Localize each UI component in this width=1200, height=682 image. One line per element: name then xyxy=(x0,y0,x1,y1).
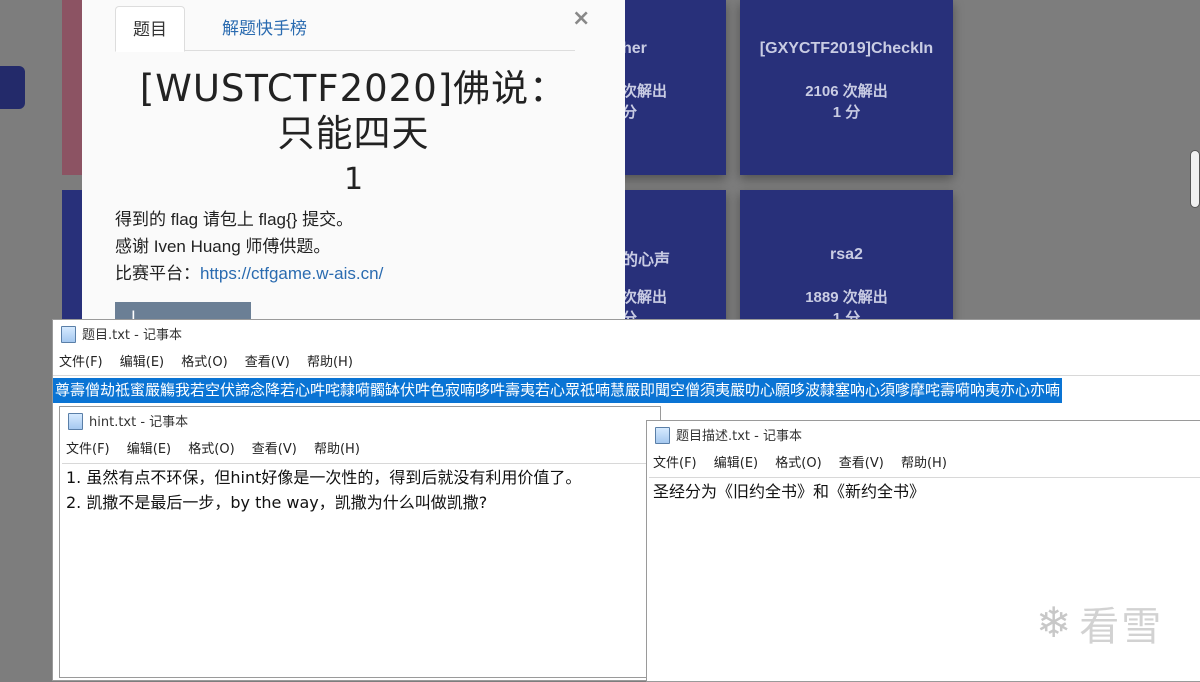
menu-format[interactable]: 格式(O) xyxy=(775,456,821,471)
challenge-description: 得到的 flag 请包上 flag{} 提交。 感谢 Iven Huang 师傅… xyxy=(115,206,383,287)
description-line: 比赛平台：https://ctfgame.w-ais.cn/ xyxy=(115,260,383,287)
notepad-window-hint[interactable]: hint.txt - 记事本 文件(F) 编辑(E) 格式(O) 查看(V) 帮… xyxy=(59,406,661,678)
menu-bar: 文件(F) 编辑(E) 格式(O) 查看(V) 帮助(H) xyxy=(53,352,1200,374)
notepad-icon xyxy=(655,427,670,444)
menu-view[interactable]: 查看(V) xyxy=(839,456,884,471)
notepad-icon xyxy=(61,326,76,343)
selected-text[interactable]: 尊壽僧劫祗蜜嚴觴我若空伏諦念降若心吽咤隸嗬髑缽伏吽色寂喃哆吽壽夷若心眾祗喃慧嚴即… xyxy=(53,378,1063,403)
page-scrollbar[interactable] xyxy=(1190,150,1200,208)
menu-edit[interactable]: 编辑(E) xyxy=(714,456,758,471)
window-title: hint.txt - 记事本 xyxy=(89,415,189,430)
snowflake-icon: ❄ xyxy=(1036,598,1072,647)
window-titlebar[interactable]: 题目描述.txt - 记事本 xyxy=(647,421,1200,453)
card-title: rsa2 xyxy=(830,246,863,263)
sidebar-tab[interactable] xyxy=(0,66,25,109)
window-title: 题目描述.txt - 记事本 xyxy=(676,429,802,444)
card-title: 的心声 xyxy=(622,252,671,269)
menu-file[interactable]: 文件(F) xyxy=(59,355,103,370)
modal-tabs: 题目 解题快手榜 xyxy=(115,6,575,52)
window-title: 题目.txt - 记事本 xyxy=(82,328,182,343)
menu-bar: 文件(F) 编辑(E) 格式(O) 查看(V) 帮助(H) xyxy=(60,439,660,461)
card-solves: 2106 次解出 xyxy=(805,83,888,100)
challenge-card-edge[interactable] xyxy=(62,0,82,175)
menu-view[interactable]: 查看(V) xyxy=(245,355,290,370)
menu-help[interactable]: 帮助(H) xyxy=(307,355,353,370)
challenge-title: [WUSTCTF2020]佛说：只能四天 xyxy=(139,67,568,155)
description-text: 圣经分为《旧约全书》和《新约全书》 xyxy=(653,482,926,501)
window-titlebar[interactable]: hint.txt - 记事本 xyxy=(60,407,660,439)
text-area[interactable]: 1. 虽然有点不环保，但hint好像是一次性的，得到后就没有利用价值了。 2. … xyxy=(62,463,660,677)
hint-line: 1. 虽然有点不环保，但hint好像是一次性的，得到后就没有利用价值了。 xyxy=(66,468,582,487)
tab-solves-leaderboard[interactable]: 解题快手榜 xyxy=(205,6,324,50)
card-title: [GXYCTF2019]CheckIn xyxy=(759,40,934,57)
watermark-text: 看雪 xyxy=(1079,604,1164,650)
card-score: 1 分 xyxy=(832,104,861,121)
tab-challenge[interactable]: 题目 xyxy=(115,6,185,52)
menu-bar: 文件(F) 编辑(E) 格式(O) 查看(V) 帮助(H) xyxy=(647,453,1200,475)
description-line: 感谢 Iven Huang 师傅供题。 xyxy=(115,237,331,256)
challenge-card-edge[interactable] xyxy=(62,190,82,330)
close-icon[interactable]: × xyxy=(572,6,590,31)
menu-file[interactable]: 文件(F) xyxy=(66,442,110,457)
challenge-score: 1 xyxy=(343,162,364,197)
challenge-card[interactable]: rsa2 1889 次解出 1 分 xyxy=(740,190,953,330)
menu-edit[interactable]: 编辑(E) xyxy=(127,442,171,457)
card-solves: 次解出 xyxy=(622,289,668,306)
menu-edit[interactable]: 编辑(E) xyxy=(120,355,164,370)
description-line: 得到的 flag 请包上 flag{} 提交。 xyxy=(115,210,354,229)
card-solves: 1889 次解出 xyxy=(805,289,888,306)
hint-line: 2. 凯撒不是最后一步，by the way，凯撒为什么叫做凯撒? xyxy=(66,493,488,512)
card-solves: 次解出 xyxy=(622,83,668,100)
platform-link[interactable]: https://ctfgame.w-ais.cn/ xyxy=(200,264,383,283)
menu-format[interactable]: 格式(O) xyxy=(188,442,234,457)
platform-label: 比赛平台： xyxy=(115,264,200,283)
card-score: 分 xyxy=(622,104,638,121)
challenge-card[interactable]: [GXYCTF2019]CheckIn 2106 次解出 1 分 xyxy=(740,0,953,175)
challenge-modal: 题目 解题快手榜 × [WUSTCTF2020]佛说：只能四天 1 得到的 fl… xyxy=(82,0,625,332)
menu-view[interactable]: 查看(V) xyxy=(252,442,297,457)
menu-help[interactable]: 帮助(H) xyxy=(901,456,947,471)
window-titlebar[interactable]: 题目.txt - 记事本 xyxy=(53,320,1200,352)
menu-help[interactable]: 帮助(H) xyxy=(314,442,360,457)
watermark: ❄ 看雪 xyxy=(1036,593,1163,653)
card-title: her xyxy=(622,40,647,57)
menu-format[interactable]: 格式(O) xyxy=(181,355,227,370)
menu-file[interactable]: 文件(F) xyxy=(653,456,697,471)
notepad-icon xyxy=(68,413,83,430)
